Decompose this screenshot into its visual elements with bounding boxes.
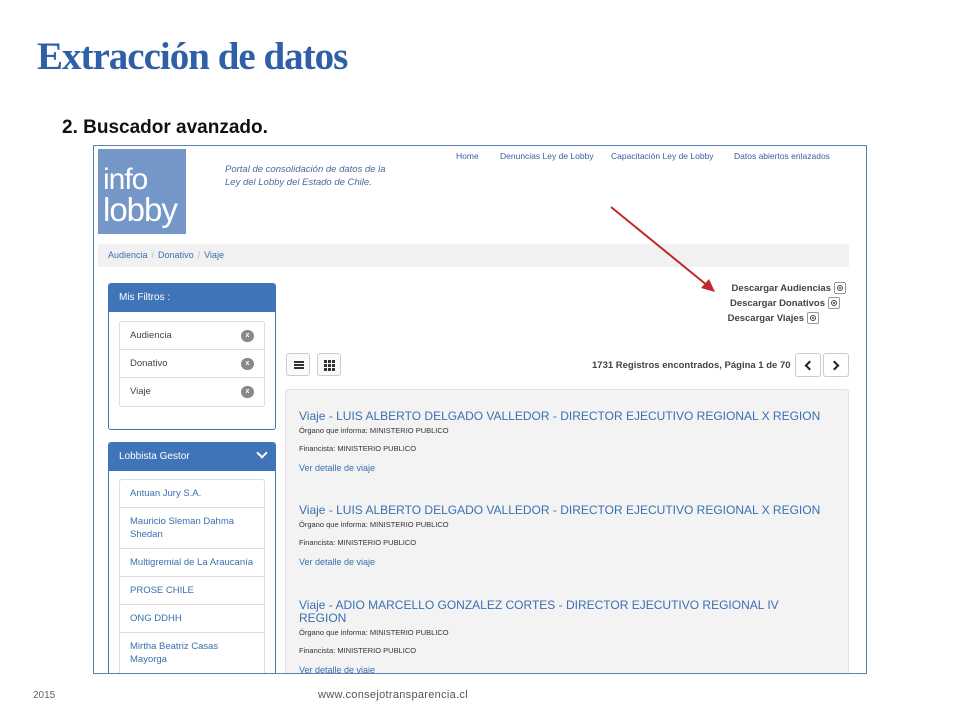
arrow-shaft (610, 206, 709, 287)
footer-year: 2015 (33, 690, 56, 701)
footer-url[interactable]: www.consejotransparencia.cl (318, 689, 468, 701)
annotation-arrow (610, 206, 715, 292)
